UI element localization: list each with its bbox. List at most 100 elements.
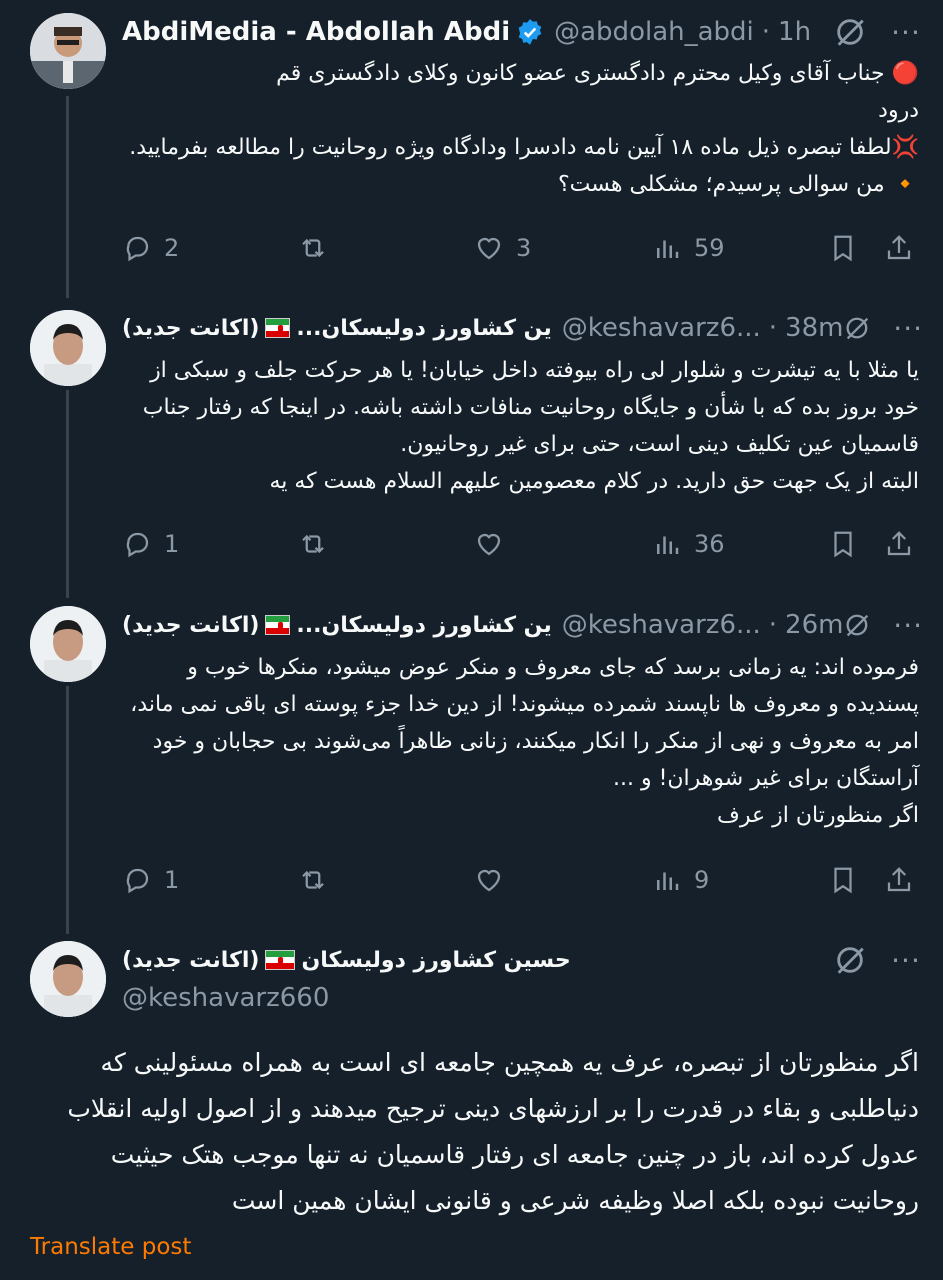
- tweet-line: 💢لطفا تبصره ذیل ماده ۱۸ آیین نامه دادسرا…: [129, 135, 919, 160]
- avatar[interactable]: [30, 941, 106, 1017]
- like-button[interactable]: [474, 529, 516, 559]
- separator-dot: ·: [768, 313, 778, 343]
- tweet-line: آراستگان برای غیر شوهران! و ...: [612, 766, 919, 791]
- bookmark-button[interactable]: [828, 233, 870, 263]
- tweet-line: امر به معروف و نهی از منکر را انکار میکن…: [152, 729, 919, 754]
- repost-button[interactable]: [298, 529, 340, 559]
- bookmark-button[interactable]: [828, 865, 870, 895]
- heart-icon: [477, 237, 501, 260]
- reply-icon: [126, 532, 149, 558]
- share-button[interactable]: [884, 529, 926, 559]
- reply-icon: [126, 868, 149, 894]
- share-icon: [887, 867, 911, 892]
- like-button[interactable]: 3: [474, 233, 531, 263]
- share-icon: [887, 235, 911, 260]
- share-button[interactable]: [884, 233, 926, 263]
- bookmark-icon: [834, 235, 852, 262]
- repost-button[interactable]: [298, 233, 340, 263]
- tweet-line: یا مثلا با یه تیشرت و شلوار لی راه بیوفت…: [150, 358, 919, 383]
- post-time[interactable]: 38m: [785, 313, 843, 343]
- reply-count: 1: [164, 530, 180, 558]
- author-name[interactable]: ...ین کشاورز دولیسکان: [296, 316, 551, 341]
- reply-icon: [126, 236, 149, 262]
- tweet-line: قاسمیان عین تکلیف دینی است، حتی برای غیر…: [400, 432, 919, 457]
- like-button[interactable]: [474, 865, 516, 895]
- tweet-line: پسندیده و معروف ها ناپسند شمرده میشوند! …: [130, 692, 919, 717]
- tweet-line: البته از یک جهت حق دارید. در کلام معصومی…: [269, 469, 919, 494]
- separator-dot: ·: [761, 17, 771, 47]
- tweet-line: عدول کرده اند، باز در چنین جامعه ای رفتا…: [110, 1140, 919, 1169]
- iran-flag-icon: [265, 318, 291, 338]
- more-options-icon[interactable]: ···: [893, 609, 923, 642]
- repost-icon: [302, 870, 324, 890]
- more-options-icon[interactable]: ···: [889, 16, 923, 49]
- repost-icon: [302, 534, 324, 554]
- view-count: 36: [694, 530, 725, 558]
- repost-icon: [302, 238, 324, 258]
- author-name[interactable]: حسین کشاورز دولیسکان: [301, 948, 570, 973]
- views-button[interactable]: 59: [652, 233, 725, 263]
- repost-button[interactable]: [298, 865, 340, 895]
- views-button[interactable]: 9: [652, 865, 709, 895]
- views-icon: [657, 536, 679, 554]
- like-count: 3: [516, 234, 532, 262]
- tweet-line: 🔴 جناب آقای وکیل محترم دادگستری عضو کانو…: [276, 61, 919, 86]
- post-time[interactable]: 26m: [785, 610, 843, 640]
- tweet-text: یا مثلا با یه تیشرت و شلوار لی راه بیوفت…: [122, 352, 919, 500]
- bookmark-icon: [834, 867, 852, 894]
- iran-flag-icon: [265, 950, 296, 970]
- heart-icon: [477, 533, 501, 556]
- view-count: 9: [694, 866, 710, 894]
- tweet-header: AbdiMedia - Abdollah Abdi @abdolah_abdi …: [122, 12, 923, 52]
- author-name[interactable]: AbdiMedia - Abdollah Abdi: [122, 17, 510, 47]
- grok-icon[interactable]: [833, 943, 867, 977]
- tweet-line: 🔸 من سوالی پرسیدم؛ مشکلی هست؟: [557, 172, 919, 197]
- author-handle[interactable]: @keshavarz6...: [562, 313, 761, 343]
- tweet-line: فرموده اند: یه زمانی برسد که جای معروف و…: [187, 655, 919, 680]
- share-button[interactable]: [884, 865, 926, 895]
- post-time[interactable]: 1h: [778, 17, 811, 47]
- reply-button[interactable]: 2: [122, 233, 179, 263]
- avatar[interactable]: [30, 310, 106, 386]
- tweet-line: اگر منظورتان از تبصره، عرف یه همچین جامع…: [100, 1048, 919, 1077]
- avatar[interactable]: [30, 13, 106, 89]
- grok-icon[interactable]: [843, 608, 871, 642]
- bookmark-button[interactable]: [828, 529, 870, 559]
- author-handle[interactable]: @abdolah_abdi: [554, 17, 754, 47]
- author-handle[interactable]: @keshavarz6...: [562, 610, 761, 640]
- views-button[interactable]: 36: [652, 529, 725, 559]
- reply-count: 1: [164, 866, 180, 894]
- action-bar: 1 9: [122, 858, 919, 902]
- tweet-line: روحانیت نبوده بلکه اصلا وظیفه شرعی و قان…: [231, 1186, 919, 1215]
- action-bar: 1 36: [122, 522, 919, 566]
- tweet-line: اگر منظورتان از عرف: [717, 803, 919, 828]
- tweet-line: خود بروز بده که با شأن و جایگاه روحانیت …: [142, 395, 919, 420]
- tweet-header: (اکانت جدید) حسین کشاورز دولیسکان ···: [122, 940, 923, 980]
- translate-post-link[interactable]: Translate post: [30, 1234, 191, 1260]
- tweet-header: (اکانت جدید) ...ین کشاورز دولیسکان @kesh…: [122, 605, 923, 645]
- views-icon: [657, 872, 679, 890]
- author-name-suffix[interactable]: (اکانت جدید): [122, 316, 259, 341]
- grok-icon[interactable]: [843, 311, 871, 345]
- reply-button[interactable]: 1: [122, 529, 179, 559]
- more-options-icon[interactable]: ···: [889, 944, 923, 977]
- author-name[interactable]: ...ین کشاورز دولیسکان: [296, 613, 551, 638]
- tweet-line: دنیاطلبی و بقاء در قدرت را بر ارزشهای دی…: [67, 1094, 919, 1123]
- author-handle[interactable]: @keshavarz660: [122, 983, 329, 1013]
- tweet-text: فرموده اند: یه زمانی برسد که جای معروف و…: [122, 649, 919, 834]
- tweet-header: (اکانت جدید) ...ین کشاورز دولیسکان @kesh…: [122, 308, 923, 348]
- reply-button[interactable]: 1: [122, 865, 179, 895]
- author-name-suffix[interactable]: (اکانت جدید): [122, 948, 259, 973]
- reply-count: 2: [164, 234, 180, 262]
- avatar[interactable]: [30, 606, 106, 682]
- tweet-text: 🔴 جناب آقای وکیل محترم دادگستری عضو کانو…: [122, 55, 919, 203]
- handle-row: @keshavarz660: [122, 978, 923, 1018]
- view-count: 59: [694, 234, 725, 262]
- bookmark-icon: [834, 531, 852, 558]
- tweet-text: اگر منظورتان از تبصره، عرف یه همچین جامع…: [24, 1040, 919, 1224]
- verified-badge-icon: [518, 19, 542, 45]
- grok-icon[interactable]: [833, 15, 867, 49]
- share-icon: [887, 531, 911, 556]
- more-options-icon[interactable]: ···: [893, 312, 923, 345]
- author-name-suffix[interactable]: (اکانت جدید): [122, 613, 259, 638]
